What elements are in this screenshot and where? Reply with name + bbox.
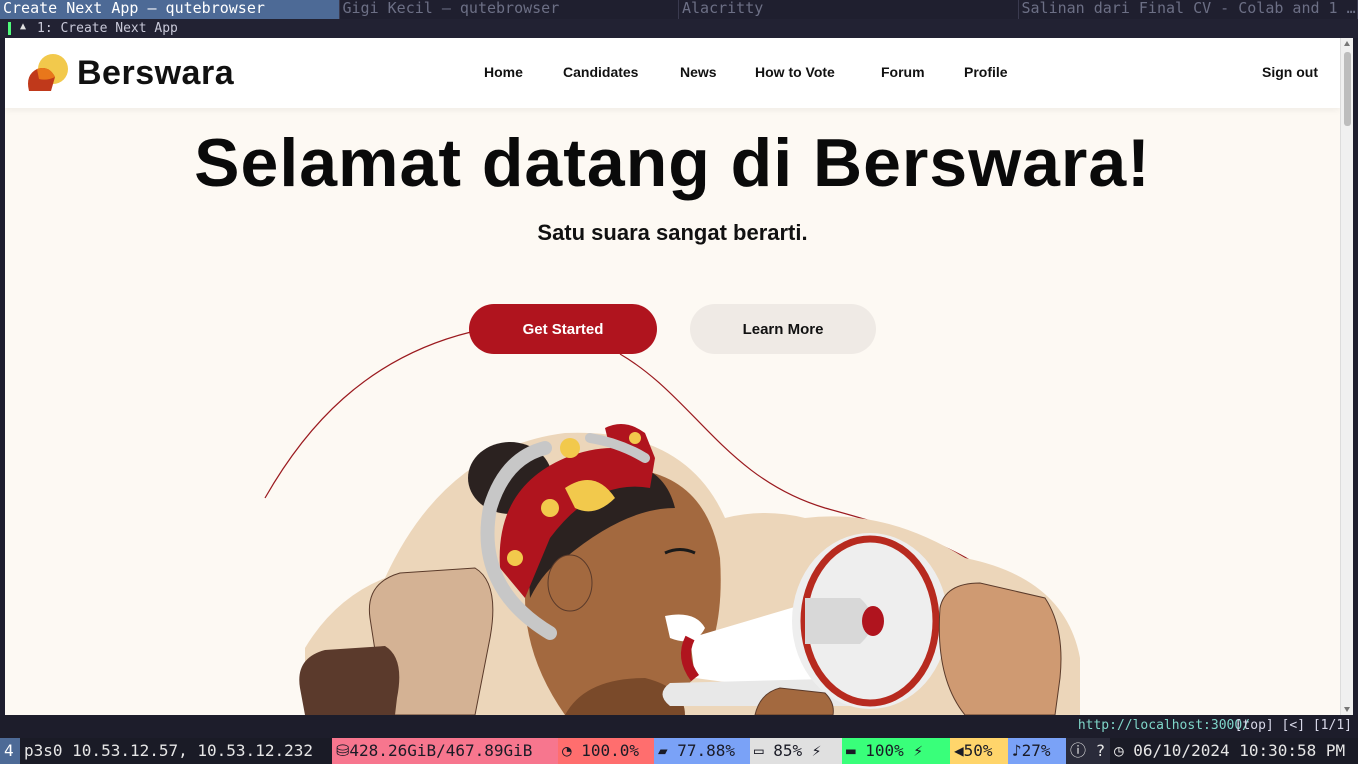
scrollbar-thumb[interactable] <box>1344 52 1351 126</box>
charging-plug-icon-2: ⚡ <box>903 741 924 760</box>
main-nav: Home Candidates News How to Vote Forum P… <box>5 38 1340 108</box>
battery-status-2: ▬ 100% ⚡ <box>842 738 950 764</box>
help-icon: ⓘ <box>1070 741 1096 760</box>
site-header: Berswara Home Candidates News How to Vot… <box>5 38 1340 108</box>
charging-plug-icon: ⚡ <box>802 741 822 760</box>
clock-icon: ◷ <box>1114 741 1134 760</box>
network-status: p3s0 10.53.12.57, 10.53.12.232 <box>20 738 313 764</box>
volume-value: 50% <box>963 741 993 760</box>
browser-tab[interactable]: 1: Create Next App <box>37 21 178 36</box>
battery-status: ▭ 85% ⚡ <box>750 738 842 764</box>
memory-usage-value: 77.88% <box>677 741 736 760</box>
help-value: ? <box>1095 741 1106 760</box>
battery2-value: 100% <box>865 741 904 760</box>
hero-title: Selamat datang di Berswara! <box>194 125 1151 201</box>
web-viewport: Berswara Home Candidates News How to Vot… <box>5 38 1353 715</box>
help-status[interactable]: ⓘ ? <box>1066 738 1110 764</box>
tab-audio-icon: ▲ <box>20 21 27 32</box>
hero-subtitle: Satu suara sangat berarti. <box>537 220 808 245</box>
nav-candidates[interactable]: Candidates <box>563 64 638 80</box>
mic-value: 27% <box>1021 741 1051 760</box>
battery-value: 85% <box>773 741 803 760</box>
window-tab-alacritty[interactable]: Alacritty <box>679 0 1019 19</box>
nav-news[interactable]: News <box>680 64 717 80</box>
sign-out-link[interactable]: Sign out <box>1262 64 1318 80</box>
disk-usage-value: 428.26GiB/467.89GiB <box>349 741 533 760</box>
cpu-usage-value: 100.0% <box>581 741 640 760</box>
learn-more-button[interactable]: Learn More <box>690 304 876 354</box>
page-scrollbar[interactable] <box>1340 38 1353 715</box>
battery-icon: ▭ <box>754 741 774 760</box>
memory-icon: ▰ <box>658 741 678 760</box>
clock: ◷ 06/10/2024 10:30:58 PM <box>1110 738 1358 764</box>
clock-value: 06/10/2024 10:30:58 PM <box>1133 741 1346 760</box>
browser-statusline: http://localhost:3000/ [top] [<] [1/1] <box>0 715 1358 738</box>
scroll-down-icon[interactable] <box>1344 707 1350 712</box>
volume-status[interactable]: ◀50% <box>950 738 1008 764</box>
mic-status[interactable]: ♪27% <box>1008 738 1066 764</box>
browser-tab-bar: ▲ 1: Create Next App <box>0 19 1358 38</box>
scroll-up-icon[interactable] <box>1344 41 1350 46</box>
tab-load-indicator <box>8 22 11 35</box>
cpu-usage: ◔ 100.0% <box>558 738 654 764</box>
current-url: http://localhost:3000/ <box>1077 718 1250 733</box>
system-status-bar: 4 p3s0 10.53.12.57, 10.53.12.232 ⛁428.26… <box>0 738 1358 764</box>
cpu-gauge-icon: ◔ <box>562 741 582 760</box>
get-started-button[interactable]: Get Started <box>469 304 657 354</box>
window-tab-qutebrowser-2[interactable]: Gigi Kecil — qutebrowser <box>340 0 679 19</box>
disk-usage: ⛁428.26GiB/467.89GiB <box>332 738 558 764</box>
window-tab-qutebrowser-active[interactable]: Create Next App — qutebrowser <box>0 0 340 19</box>
scroll-position: [top] [<] [1/1] <box>1234 718 1352 733</box>
nav-forum[interactable]: Forum <box>881 64 925 80</box>
workspace-indicator[interactable]: 4 <box>0 738 20 764</box>
nav-how-to-vote[interactable]: How to Vote <box>755 64 835 80</box>
battery-full-icon: ▬ <box>846 741 866 760</box>
disk-icon: ⛁ <box>336 741 350 760</box>
nav-home[interactable]: Home <box>484 64 523 80</box>
window-tab-bar: Create Next App — qutebrowser Gigi Kecil… <box>0 0 1358 19</box>
window-tab-colab[interactable]: Salinan dari Final CV - Colab and 1 … <box>1019 0 1358 19</box>
memory-usage: ▰ 77.88% <box>654 738 750 764</box>
speaker-icon: ◀ <box>954 741 964 760</box>
microphone-icon: ♪ <box>1012 741 1022 760</box>
nav-profile[interactable]: Profile <box>964 64 1008 80</box>
